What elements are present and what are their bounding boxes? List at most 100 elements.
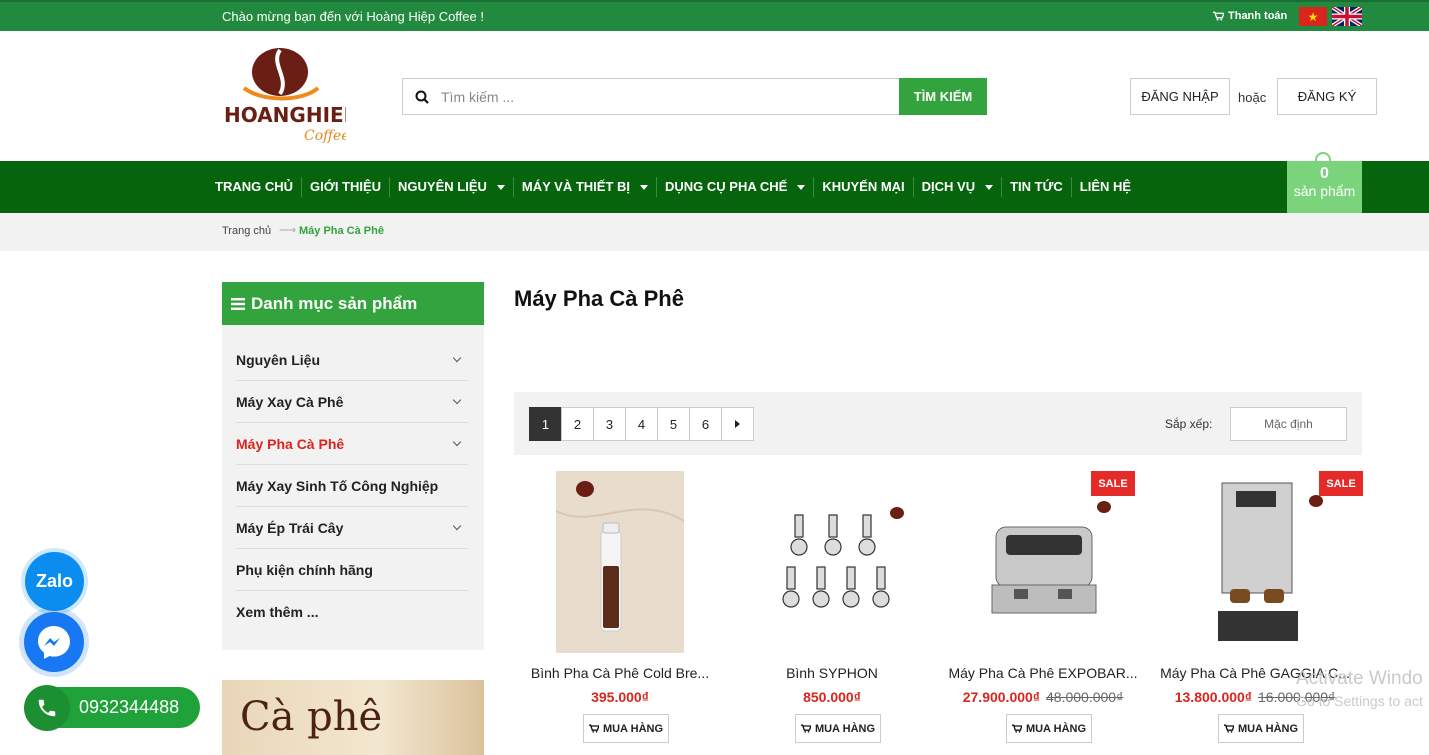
vietnam-flag-icon[interactable]: ★ [1299,7,1327,26]
breadcrumb-home[interactable]: Trang chủ [222,225,271,237]
chevron-down-icon[interactable] [452,437,462,446]
category-item-more[interactable]: Xem thêm ... [236,591,468,633]
nav-label: GIỚI THIỆU [310,179,382,194]
product-name[interactable]: Bình SYPHON [732,665,932,681]
buy-label: MUA HÀNG [1237,722,1299,735]
nav-item-contact[interactable]: LIÊN HỆ [1072,177,1139,197]
category-label: Máy Pha Cà Phê [236,435,345,452]
site-logo[interactable]: HOANGHIEP Coffee [222,46,346,148]
sale-badge: SALE [1091,471,1135,496]
page-5[interactable]: 5 [657,407,690,441]
product-image[interactable] [747,471,917,653]
register-button[interactable]: ĐĂNG KÝ [1277,78,1377,115]
caret-down-icon [797,184,806,190]
product-toolbar: 1 2 3 4 5 6 Sắp xếp: Mặc định [514,392,1362,455]
nav-label: TIN TỨC [1010,179,1063,194]
cart-icon [800,724,811,733]
product-price: 395.000₫ [520,689,720,705]
breadcrumb: Trang chủ ⟶ Máy Pha Cà Phê [0,213,1429,251]
cart-icon [1223,724,1234,733]
nav-item-about[interactable]: GIỚI THIỆU [302,177,391,197]
buy-button[interactable]: MUA HÀNG [1006,714,1092,743]
top-bar: Chào mừng bạn đến với Hoàng Hiệp Coffee … [0,0,1429,31]
chevron-down-icon[interactable] [452,395,462,404]
product-image[interactable] [1170,471,1340,653]
page-6[interactable]: 6 [689,407,722,441]
category-item-espresso-machines[interactable]: Máy Pha Cà Phê [236,423,468,465]
category-label: Máy Ép Trái Cây [236,519,344,536]
page-3[interactable]: 3 [593,407,626,441]
category-title: Danh mục sản phẩm [251,293,418,313]
breadcrumb-current: Máy Pha Cà Phê [299,225,384,237]
login-button[interactable]: ĐĂNG NHẬP [1130,78,1230,115]
category-item-grinders[interactable]: Máy Xay Cà Phê [236,381,468,423]
menu-icon [231,297,245,310]
buy-button[interactable]: MUA HÀNG [795,714,881,743]
checkout-label: Thanh toán [1228,10,1288,22]
product-image[interactable] [958,471,1128,653]
search-icon [403,79,441,114]
promo-banner[interactable]: Cà phê [222,680,484,755]
nav-item-news[interactable]: TIN TỨC [1002,177,1072,197]
phone-number: 0932344488 [79,697,180,717]
promo-text: Cà phê [240,694,383,740]
category-item-blenders[interactable]: Máy Xay Sinh Tố Công Nghiệp [236,465,468,507]
windows-activation-watermark: Activate Windo Go to Settings to act [1296,668,1423,712]
sort-select[interactable]: Mặc định [1230,407,1347,441]
search-box: TÌM KIẾM [402,78,987,115]
nav-item-machines[interactable]: MÁY VÀ THIẾT BỊ [514,177,657,197]
nav-item-home[interactable]: TRANG CHỦ [207,177,302,197]
buy-button[interactable]: MUA HÀNG [583,714,669,743]
category-item-ingredients[interactable]: Nguyên Liệu [236,339,468,381]
next-page-button[interactable] [721,407,754,441]
category-item-accessories[interactable]: Phụ kiện chính hãng [236,549,468,591]
nav-label: NGUYÊN LIỆU [398,179,487,194]
product-price: 27.900.000₫ 48.000.000₫ [943,689,1143,705]
product-image[interactable] [535,471,705,653]
current-price: 850.000₫ [803,689,861,705]
old-price: 48.000.000₫ [1046,689,1124,705]
nav-item-promotions[interactable]: KHUYẾN MẠI [814,177,914,197]
checkout-link[interactable]: Thanh toán [1213,10,1287,22]
product-card[interactable]: SALE Máy Pha Cà Phê GAGGIA C... 13.800.0… [1155,471,1363,755]
pagination: 1 2 3 4 5 6 [529,407,754,441]
cart-icon [588,724,599,733]
product-name[interactable]: Bình Pha Cà Phê Cold Bre... [520,665,720,681]
product-card[interactable]: Bình Pha Cà Phê Cold Bre... 395.000₫ MUA… [520,471,720,755]
category-item-juicers[interactable]: Máy Ép Trái Cây [236,507,468,549]
logo-subtext: Coffee [304,128,346,144]
nav-item-tools[interactable]: DỤNG CỤ PHA CHẾ [657,177,815,197]
chevron-down-icon[interactable] [452,353,462,362]
phone-button[interactable]: 0932344488 [24,684,200,731]
buy-label: MUA HÀNG [602,722,664,735]
category-label: Xem thêm ... [236,604,319,620]
caret-right-icon [735,420,740,428]
page-2[interactable]: 2 [561,407,594,441]
welcome-text: Chào mừng bạn đến với Hoàng Hiệp Coffee … [222,9,484,24]
zalo-button[interactable]: Zalo [25,552,84,611]
nav-item-services[interactable]: DỊCH VỤ [914,177,1003,197]
or-text: hoặc [1238,90,1267,105]
cart-icon [1213,11,1224,21]
page-4[interactable]: 4 [625,407,658,441]
cart-button[interactable]: 0 sản phẩm [1287,152,1362,213]
product-card[interactable]: SALE Máy Pha Cà Phê EXPOBAR... 27.900.00… [943,471,1143,755]
product-card[interactable]: Bình SYPHON 850.000₫ MUA HÀNG [732,471,932,755]
caret-down-icon [640,184,648,190]
product-price: 850.000₫ [732,689,932,705]
chevron-down-icon[interactable] [452,521,462,530]
cart-label: sản phẩm [1293,183,1356,199]
search-input[interactable] [441,79,899,114]
caret-down-icon [496,184,505,190]
current-price: 13.800.000₫ [1174,689,1252,705]
nav-label: DỤNG CỤ PHA CHẾ [665,179,788,194]
product-name[interactable]: Máy Pha Cà Phê EXPOBAR... [943,665,1143,681]
search-button[interactable]: TÌM KIẾM [899,78,987,115]
messenger-button[interactable] [24,612,84,672]
category-label: Máy Xay Sinh Tố Công Nghiệp [236,477,439,494]
buy-button[interactable]: MUA HÀNG [1218,714,1304,743]
nav-item-ingredients[interactable]: NGUYÊN LIỆU [390,177,514,197]
page-1[interactable]: 1 [529,407,562,441]
category-list: Nguyên Liệu Máy Xay Cà Phê Máy Pha Cà Ph… [222,325,484,650]
uk-flag-icon[interactable] [1332,7,1362,26]
